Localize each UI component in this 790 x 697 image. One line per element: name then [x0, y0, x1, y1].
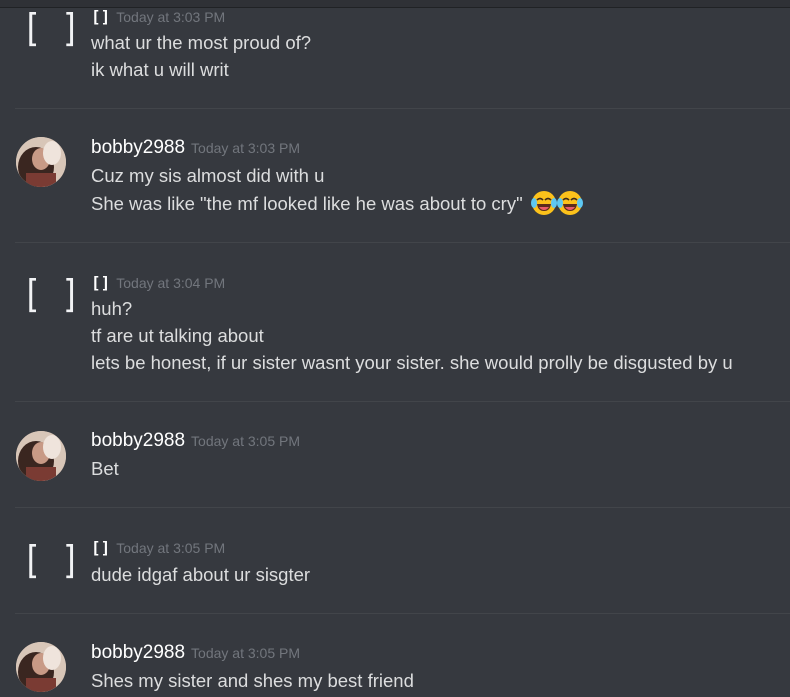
message-header: bobby2988 Today at 3:03 PM — [91, 137, 300, 159]
message-text: She was like "the mf looked like he was … — [91, 193, 523, 214]
message-divider — [15, 242, 790, 243]
face-with-tears-of-joy-icon[interactable] — [530, 189, 558, 217]
username[interactable]: bobby2988 — [91, 430, 185, 451]
message-text: lets be honest, if ur sister wasnt your … — [91, 352, 733, 373]
message-text: Shes my sister and shes my best friend — [91, 670, 414, 691]
message-text: Bet — [91, 458, 119, 479]
message-divider — [15, 401, 790, 402]
profile-photo-avatar[interactable] — [16, 137, 66, 187]
message-header: bobby2988 Today at 3:05 PM — [91, 642, 300, 664]
username[interactable]: [] — [91, 7, 110, 26]
message-divider — [15, 613, 790, 614]
message-divider — [15, 507, 790, 508]
profile-photo-avatar[interactable] — [16, 642, 66, 692]
username[interactable]: bobby2988 — [91, 642, 185, 663]
timestamp[interactable]: Today at 3:04 PM — [116, 275, 225, 291]
message-text: ik what u will writ — [91, 59, 229, 80]
username[interactable]: bobby2988 — [91, 137, 185, 158]
chat-message-list[interactable]: [ ] [] Today at 3:03 PM what ur the most … — [0, 0, 790, 697]
message-text: Cuz my sis almost did with u — [91, 165, 325, 186]
message-header: [] Today at 3:03 PM — [91, 7, 225, 29]
timestamp[interactable]: Today at 3:05 PM — [191, 433, 300, 449]
message-text: what ur the most proud of? — [91, 32, 312, 53]
message-text: dude idgaf about ur sisgter — [91, 564, 311, 585]
message-text: huh? — [91, 298, 133, 319]
message-divider — [15, 108, 790, 109]
timestamp[interactable]: Today at 3:05 PM — [116, 540, 225, 556]
message-header: [] Today at 3:04 PM — [91, 273, 225, 295]
message-text: tf are ut talking about — [91, 325, 264, 346]
message-text-with-emoji: She was like "the mf looked like he was … — [91, 189, 584, 217]
profile-photo-avatar[interactable] — [16, 431, 66, 481]
bracket-avatar-icon[interactable]: [ ] — [22, 540, 80, 580]
face-with-tears-of-joy-icon[interactable] — [556, 189, 584, 217]
timestamp[interactable]: Today at 3:05 PM — [191, 645, 300, 661]
bracket-avatar-icon[interactable]: [ ] — [22, 8, 80, 48]
timestamp[interactable]: Today at 3:03 PM — [116, 9, 225, 25]
message-header: bobby2988 Today at 3:05 PM — [91, 430, 300, 452]
bracket-avatar-icon[interactable]: [ ] — [22, 274, 80, 314]
timestamp[interactable]: Today at 3:03 PM — [191, 140, 300, 156]
username[interactable]: [] — [91, 538, 110, 557]
message-header: [] Today at 3:05 PM — [91, 538, 225, 560]
username[interactable]: [] — [91, 273, 110, 292]
